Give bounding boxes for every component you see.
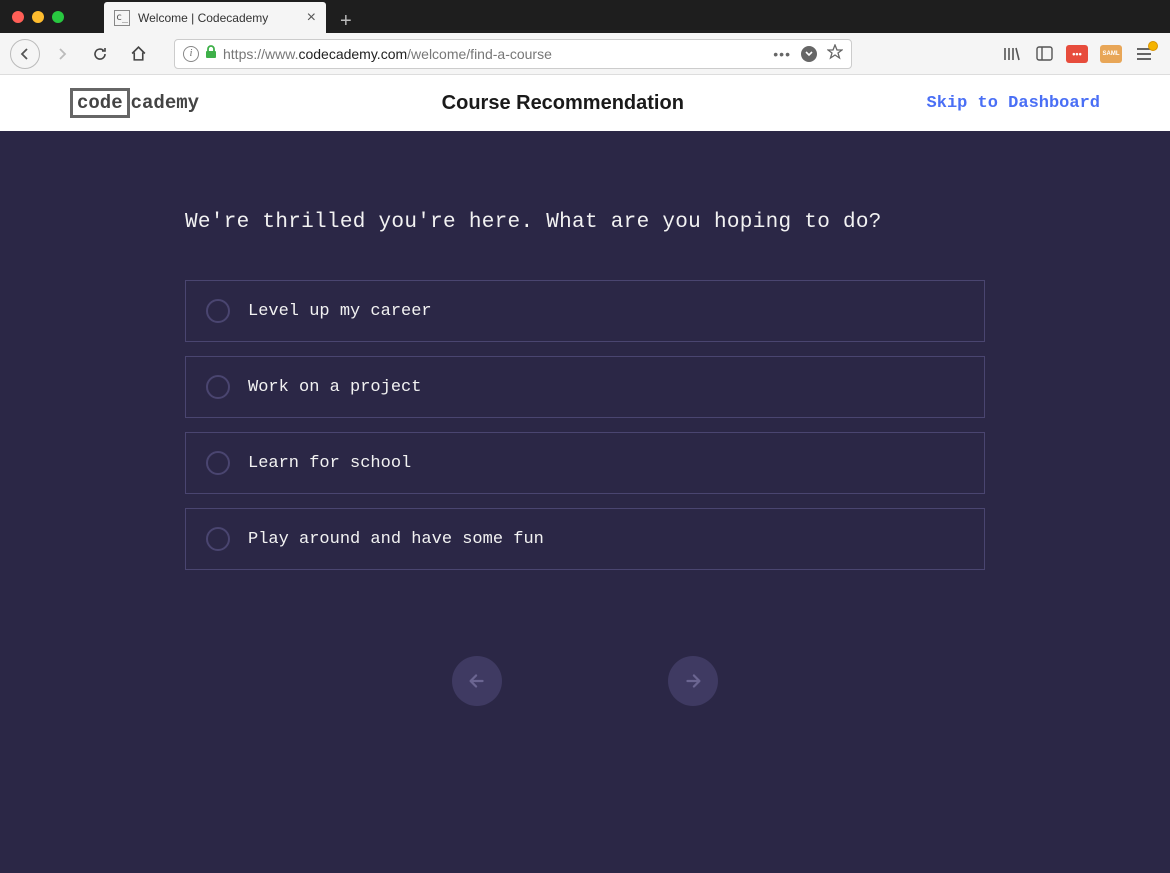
browser-tab[interactable]: c_ Welcome | Codecademy ×	[104, 2, 326, 33]
logo-rest-text: cademy	[131, 92, 199, 114]
next-button[interactable]	[668, 656, 718, 706]
new-tab-button[interactable]: +	[340, 10, 352, 33]
radio-icon	[206, 451, 230, 475]
nav-forward-button[interactable]	[46, 38, 78, 70]
extension-lastpass-icon[interactable]: •••	[1066, 45, 1088, 63]
navigation-arrows	[185, 656, 985, 706]
arrow-left-icon	[466, 670, 488, 692]
tab-title: Welcome | Codecademy	[138, 11, 299, 25]
tab-bar: c_ Welcome | Codecademy × +	[104, 0, 352, 33]
skip-to-dashboard-link[interactable]: Skip to Dashboard	[927, 94, 1100, 113]
lock-icon	[205, 45, 217, 62]
tab-favicon-icon: c_	[114, 10, 130, 26]
page-actions-icon[interactable]: •••	[773, 46, 791, 62]
option-label: Work on a project	[248, 378, 421, 397]
url-bar[interactable]: i https://www.codecademy.com/welcome/fin…	[174, 39, 852, 69]
options-list: Level up my career Work on a project Lea…	[185, 280, 985, 570]
onboarding-question: We're thrilled you're here. What are you…	[185, 211, 985, 234]
toolbar-right: ••• SAML	[1002, 45, 1154, 63]
nav-back-button[interactable]	[10, 39, 40, 69]
option-level-up-career[interactable]: Level up my career	[185, 280, 985, 342]
site-info-icon[interactable]: i	[183, 46, 199, 62]
radio-icon	[206, 375, 230, 399]
page-title: Course Recommendation	[442, 92, 684, 115]
radio-icon	[206, 527, 230, 551]
arrow-right-icon	[682, 670, 704, 692]
option-label: Learn for school	[248, 454, 411, 473]
option-play-around[interactable]: Play around and have some fun	[185, 508, 985, 570]
hamburger-menu-button[interactable]	[1134, 45, 1154, 63]
codecademy-logo[interactable]: code cademy	[70, 88, 199, 118]
extension-saml-icon[interactable]: SAML	[1100, 45, 1122, 63]
url-path: /welcome/find-a-course	[407, 46, 552, 62]
option-label: Level up my career	[248, 302, 432, 321]
logo-boxed-text: code	[77, 92, 123, 114]
nav-reload-button[interactable]	[84, 38, 116, 70]
nav-home-button[interactable]	[122, 38, 154, 70]
logo-box: code	[70, 88, 130, 118]
browser-tab-strip: c_ Welcome | Codecademy × +	[0, 0, 1170, 33]
window-controls	[0, 11, 64, 23]
browser-toolbar: i https://www.codecademy.com/welcome/fin…	[0, 33, 1170, 75]
main-content: We're thrilled you're here. What are you…	[0, 131, 1170, 873]
library-icon[interactable]	[1002, 45, 1022, 63]
tab-close-icon[interactable]: ×	[307, 9, 316, 27]
option-label: Play around and have some fun	[248, 530, 544, 549]
url-domain: codecademy.com	[298, 46, 407, 62]
onboarding-content: We're thrilled you're here. What are you…	[185, 211, 985, 706]
sidebar-toggle-icon[interactable]	[1034, 45, 1054, 63]
bookmark-star-icon[interactable]	[827, 44, 843, 63]
site-header: code cademy Course Recommendation Skip to…	[0, 75, 1170, 131]
notification-badge-icon	[1148, 41, 1158, 51]
radio-icon	[206, 299, 230, 323]
window-minimize-button[interactable]	[32, 11, 44, 23]
pocket-icon[interactable]	[801, 46, 817, 62]
url-text: https://www.codecademy.com/welcome/find-…	[223, 46, 767, 62]
window-maximize-button[interactable]	[52, 11, 64, 23]
url-actions: •••	[773, 44, 843, 63]
option-learn-for-school[interactable]: Learn for school	[185, 432, 985, 494]
url-prefix: https://www.	[223, 46, 298, 62]
previous-button[interactable]	[452, 656, 502, 706]
window-close-button[interactable]	[12, 11, 24, 23]
option-work-on-project[interactable]: Work on a project	[185, 356, 985, 418]
